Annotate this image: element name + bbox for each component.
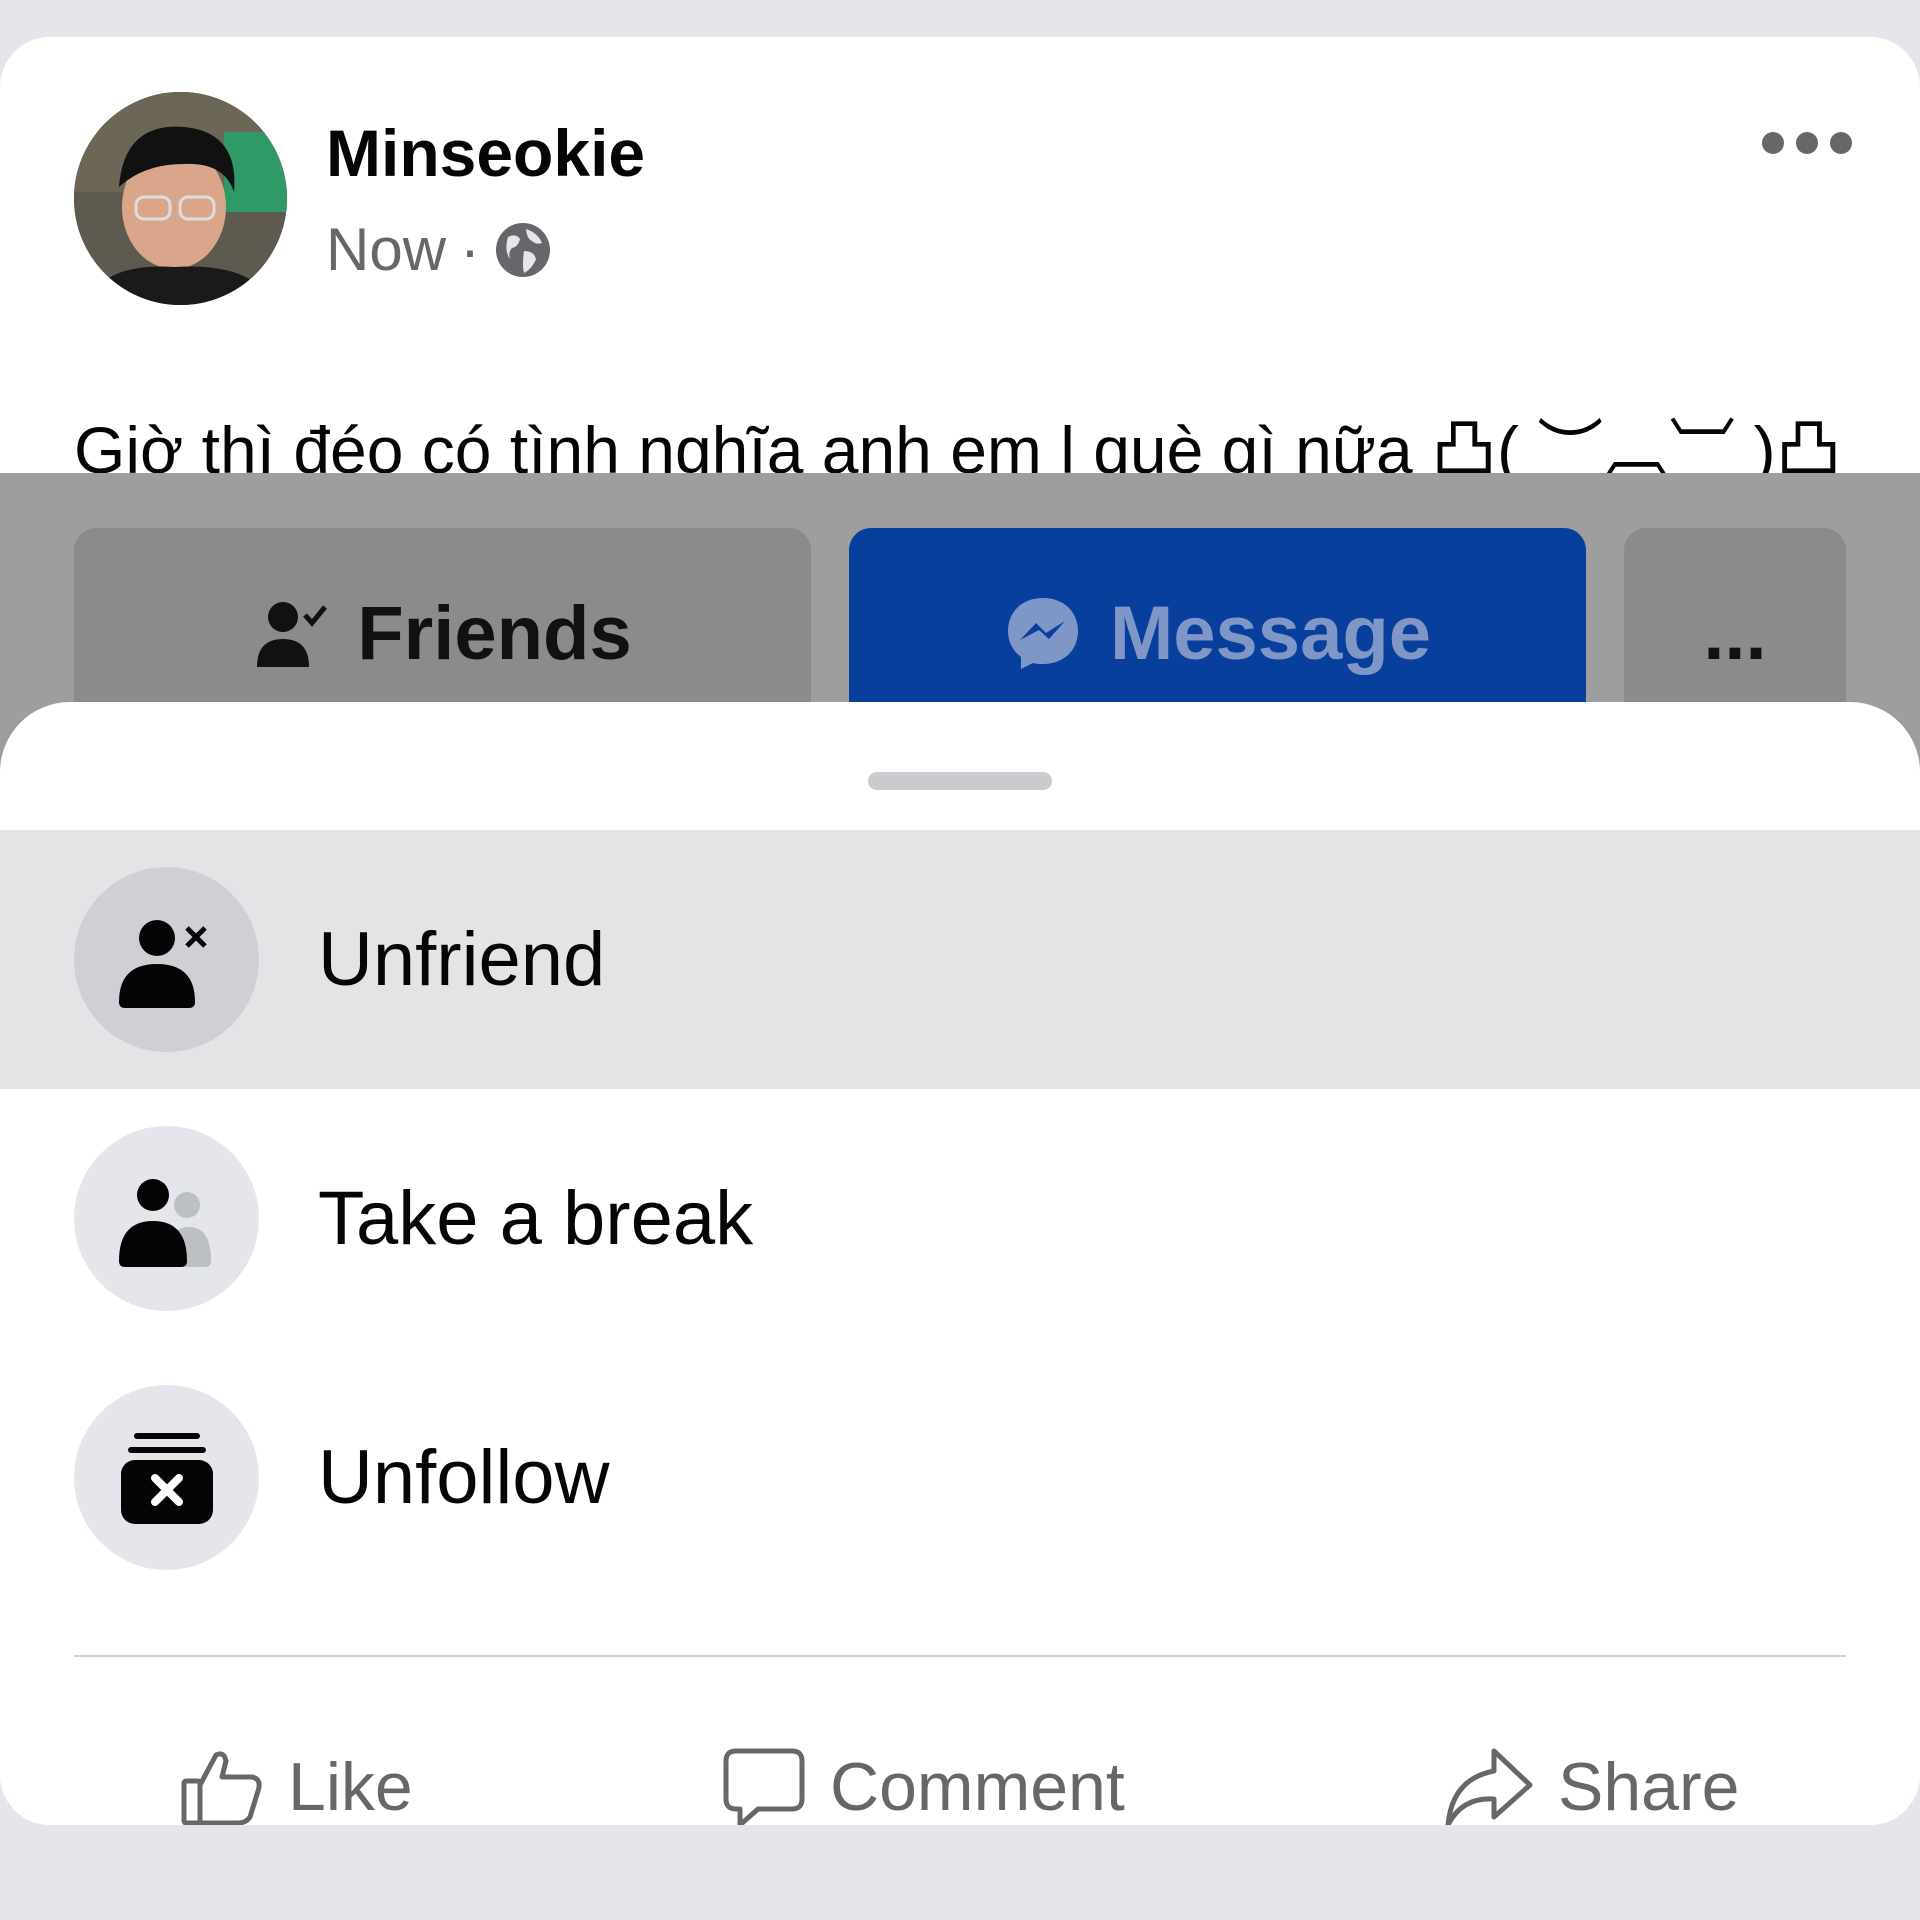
- messenger-icon: [1007, 598, 1078, 669]
- like-label: Like: [288, 1749, 413, 1825]
- unfollow-icon: [74, 1385, 259, 1570]
- unfriend-icon: [74, 867, 259, 1052]
- author-name[interactable]: Minseokie: [326, 115, 645, 191]
- menu-label-unfriend: Unfriend: [318, 917, 606, 1002]
- friends-check-icon: [257, 602, 328, 667]
- like-icon: [181, 1751, 262, 1825]
- share-label: Share: [1558, 1749, 1740, 1825]
- share-icon: [1445, 1748, 1533, 1825]
- comment-button[interactable]: Comment: [722, 1702, 1125, 1825]
- globe-icon: [494, 221, 552, 279]
- share-button[interactable]: Share: [1444, 1702, 1739, 1825]
- menu-item-unfollow[interactable]: Unfollow: [0, 1348, 1920, 1607]
- take-a-break-icon: [74, 1126, 259, 1311]
- menu-label-unfollow: Unfollow: [318, 1435, 610, 1520]
- menu-item-unfriend[interactable]: Unfriend: [0, 830, 1920, 1089]
- sheet-grabber[interactable]: [868, 772, 1052, 790]
- menu-item-take-a-break[interactable]: Take a break: [0, 1089, 1920, 1348]
- menu-label-take-a-break: Take a break: [318, 1176, 754, 1261]
- message-label: Message: [1109, 590, 1432, 676]
- post-meta: Now ·: [326, 215, 552, 284]
- post-options-icon[interactable]: [1762, 132, 1852, 154]
- meta-separator: ·: [460, 216, 481, 283]
- comment-label: Comment: [830, 1749, 1125, 1825]
- profile-more-label: ...: [1703, 590, 1767, 676]
- post-time[interactable]: Now: [326, 215, 446, 284]
- friends-label: Friends: [357, 590, 632, 676]
- divider: [74, 1655, 1846, 1657]
- post-card: Minseokie Now · Giờ thì đéo có tình nghĩ…: [0, 37, 1920, 1825]
- comment-icon: [723, 1748, 805, 1825]
- like-button[interactable]: Like: [180, 1702, 413, 1825]
- avatar[interactable]: [74, 92, 287, 305]
- bottom-sheet: Unfriend Take a break Unfollow Like Comm…: [0, 702, 1920, 1825]
